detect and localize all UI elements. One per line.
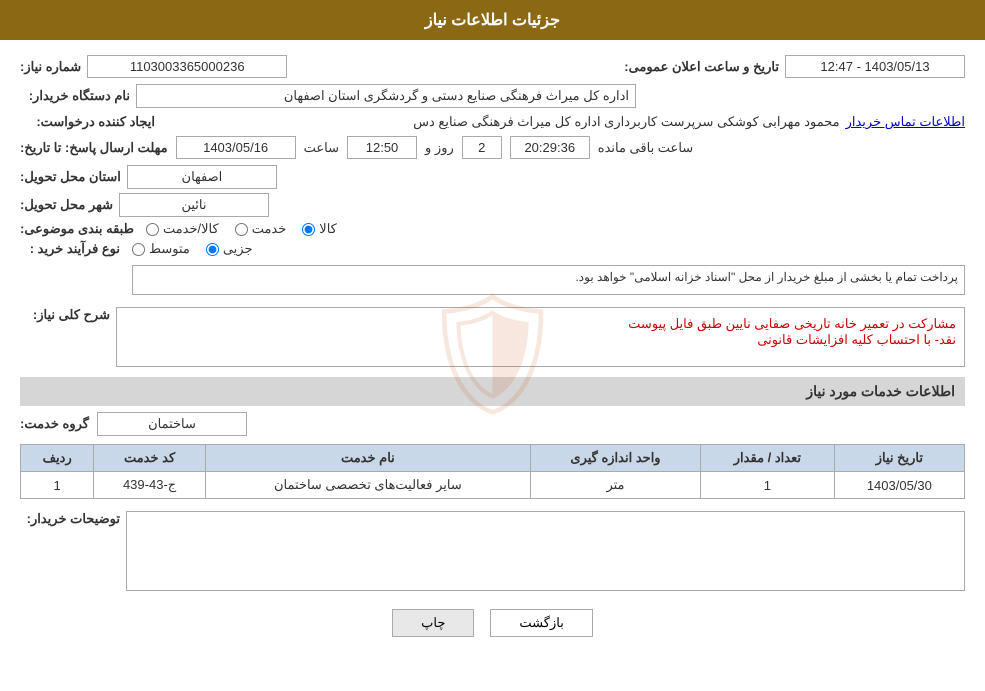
cell-nam: سایر فعالیت‌های تخصصی ساختمان [205, 472, 530, 499]
remaining-value: 20:29:36 [510, 136, 590, 159]
ijad-konande-value: محمود مهرابی کوشکی سرپرست کاربرداری ادار… [161, 114, 840, 130]
radio-kala-label: کالا [319, 221, 337, 237]
shahr-label: شهر محل تحویل: [20, 197, 113, 213]
col-kod-khadamat: کد خدمت [94, 445, 206, 472]
radio-kala-khadamat[interactable] [146, 223, 159, 236]
ijad-konande-label: ایجاد کننده درخواست: [20, 114, 155, 130]
tosihaat-textarea[interactable] [126, 511, 965, 591]
radio-kala[interactable] [302, 223, 315, 236]
radio-kala-khadamat-item: کالا/خدمت [146, 221, 219, 237]
cell-vahed: متر [530, 472, 700, 499]
nam-dastgah-label: نام دستگاه خریدار: [20, 88, 130, 104]
tarikh-saat-value: 1403/05/13 - 12:47 [785, 55, 965, 78]
cell-tarikh: 1403/05/30 [834, 472, 964, 499]
cell-radif: 1 [21, 472, 94, 499]
table-row: 1403/05/30 1 متر سایر فعالیت‌های تخصصی س… [21, 472, 965, 499]
saat-value: 12:50 [347, 136, 417, 159]
tosihaat-label: توضیحات خریدار: [20, 511, 120, 527]
radio-motevaset-label: متوسط [149, 241, 190, 257]
cell-tedad: 1 [701, 472, 835, 499]
shomare-niaz-label: شماره نیاز: [20, 59, 81, 75]
col-vahed-andazegiri: واحد اندازه گیری [530, 445, 700, 472]
ostan-label: استان محل تحویل: [20, 169, 121, 185]
radio-jozee-label: جزیی [223, 241, 253, 257]
services-table: تاریخ نیاز تعداد / مقدار واحد اندازه گیر… [20, 444, 965, 499]
nooe-farayand-label: نوع فرآیند خرید : [20, 241, 120, 257]
group-service-label: گروه خدمت: [20, 416, 89, 432]
radio-kala-item: کالا [302, 221, 337, 237]
farayand-note: پرداخت تمام یا بخشی از مبلغ خریدار از مح… [132, 265, 965, 295]
sharh-label: شرح کلی نیاز: [20, 307, 110, 323]
radio-khadamat[interactable] [235, 223, 248, 236]
khadamat-section-title: اطلاعات خدمات مورد نیاز [20, 377, 965, 406]
col-nam-khadamat: نام خدمت [205, 445, 530, 472]
radio-motevaset-item: متوسط [132, 241, 190, 257]
tabaghebandi-label: طبقه بندی موضوعی: [20, 221, 134, 237]
date-value: 1403/05/16 [176, 136, 296, 159]
rooz-value: 2 [462, 136, 502, 159]
page-header: جزئیات اطلاعات نیاز [0, 0, 985, 40]
radio-jozee[interactable] [206, 243, 219, 256]
radio-khadamat-label: خدمت [252, 221, 287, 237]
saat-label: ساعت [304, 140, 339, 156]
cell-kod: ج-43-439 [94, 472, 206, 499]
print-button[interactable]: چاپ [392, 609, 474, 637]
page-title: جزئیات اطلاعات نیاز [425, 12, 560, 29]
rooz-label: روز و [425, 140, 454, 156]
content-area: 🛡 تاریخ و ساعت اعلان عمومی: 1403/05/13 -… [0, 40, 985, 670]
ostan-value: اصفهان [127, 165, 277, 189]
col-tarikh-niaz: تاریخ نیاز [834, 445, 964, 472]
tarikh-saat-label: تاریخ و ساعت اعلان عمومی: [624, 59, 779, 75]
button-row: بازگشت چاپ [20, 609, 965, 637]
col-radif: ردیف [21, 445, 94, 472]
radio-motevaset[interactable] [132, 243, 145, 256]
shahr-value: نائین [119, 193, 269, 217]
col-tedad-megdar: تعداد / مقدار [701, 445, 835, 472]
mohlat-label: مهلت ارسال پاسخ: تا تاریخ: [20, 140, 168, 156]
back-button[interactable]: بازگشت [490, 609, 592, 637]
radio-kala-khadamat-label: کالا/خدمت [163, 221, 219, 237]
sharh-value: مشارکت در تعمیر خانه تاریخی صفایی نایین … [116, 307, 965, 367]
radio-khadamat-item: خدمت [235, 221, 287, 237]
group-service-value: ساختمان [97, 412, 247, 436]
radio-jozee-item: جزیی [206, 241, 253, 257]
shomare-niaz-value: 1103003365000236 [87, 55, 287, 78]
remaining-label: ساعت باقی مانده [598, 140, 693, 156]
ejad-link[interactable]: اطلاعات تماس خریدار [846, 114, 965, 130]
main-container: جزئیات اطلاعات نیاز 🛡 تاریخ و ساعت اعلان… [0, 0, 985, 691]
nam-dastgah-value: اداره کل میراث فرهنگی صنایع دستی و گردشگ… [136, 84, 636, 108]
